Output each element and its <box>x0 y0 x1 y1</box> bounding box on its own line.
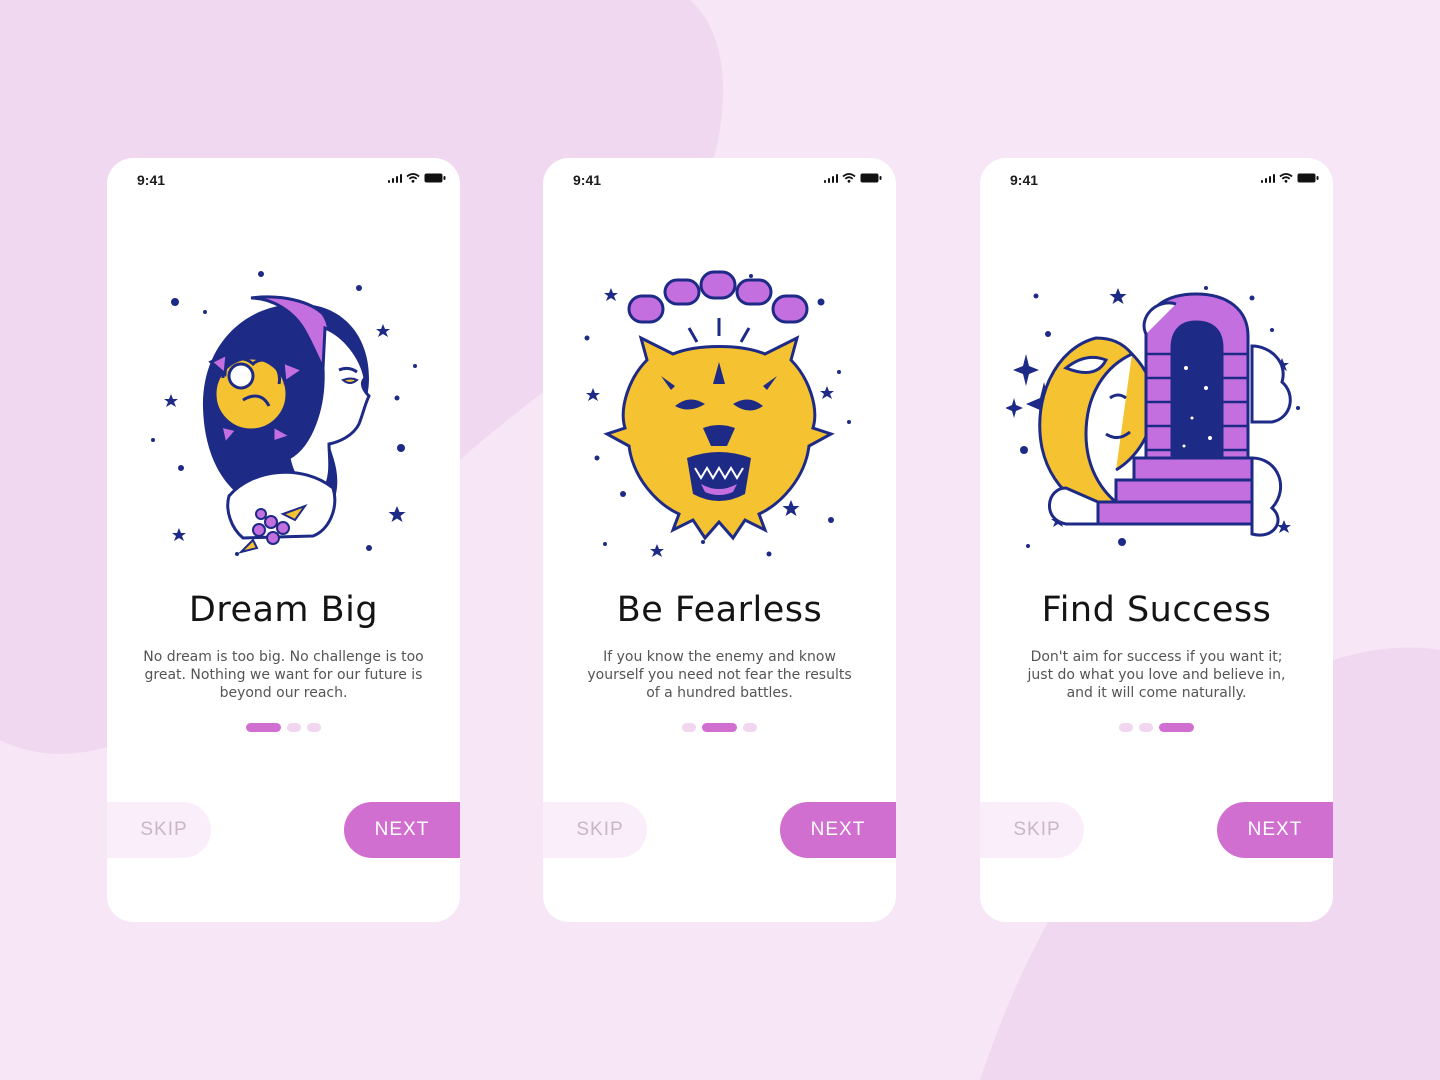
page-dot-3[interactable] <box>743 723 757 732</box>
screen-title: Find Success <box>1041 590 1272 630</box>
next-button[interactable]: NEXT <box>1217 802 1333 858</box>
screen-description: If you know the enemy and know yourself … <box>587 649 852 701</box>
status-icons <box>387 173 447 183</box>
wifi-icon <box>1279 173 1293 183</box>
onboarding-screen-find-success: 9:41 Find Success Don't aim for success … <box>980 158 1333 922</box>
battery-icon <box>1297 173 1319 183</box>
next-button[interactable]: NEXT <box>344 802 460 858</box>
status-time: 9:41 <box>573 172 602 188</box>
page-dot-1[interactable] <box>1119 723 1133 732</box>
skip-button[interactable]: SKIP <box>543 802 647 858</box>
status-bar: 9:41 <box>107 158 460 202</box>
skip-button[interactable]: SKIP <box>980 802 1084 858</box>
screen-description: Don't aim for success if you want it; ju… <box>1027 649 1286 701</box>
signal-icon <box>823 173 838 183</box>
page-dot-3[interactable] <box>307 723 321 732</box>
status-icons <box>1260 173 1320 183</box>
pagination-dots <box>107 723 460 732</box>
wifi-icon <box>406 173 420 183</box>
page-dot-2[interactable] <box>1139 723 1153 732</box>
screen-description: No dream is too big. No challenge is too… <box>143 649 424 701</box>
page-dot-3[interactable] <box>1159 723 1194 732</box>
status-bar: 9:41 <box>980 158 1333 202</box>
signal-icon <box>387 173 402 183</box>
battery-icon <box>860 173 882 183</box>
onboarding-screen-be-fearless: 9:41 Be Fearless If you know the enemy a… <box>543 158 896 922</box>
status-time: 9:41 <box>1010 172 1039 188</box>
page-dot-1[interactable] <box>682 723 696 732</box>
status-bar: 9:41 <box>543 158 896 202</box>
onboarding-screen-dream-big: 9:41 Dream Big No dream is too big. No c… <box>107 158 460 922</box>
skip-button[interactable]: SKIP <box>107 802 211 858</box>
tiger-with-chain-icon <box>569 258 869 568</box>
wifi-icon <box>842 173 856 183</box>
page-dot-2[interactable] <box>287 723 301 732</box>
page-dot-1[interactable] <box>246 723 281 732</box>
next-button[interactable]: NEXT <box>780 802 896 858</box>
screen-title: Be Fearless <box>616 590 823 630</box>
battery-icon <box>424 173 446 183</box>
woman-with-rose-icon <box>133 258 433 568</box>
moon-and-door-icon <box>1006 258 1306 568</box>
page-dot-2[interactable] <box>702 723 737 732</box>
pagination-dots <box>543 723 896 732</box>
status-time: 9:41 <box>137 172 166 188</box>
signal-icon <box>1260 173 1275 183</box>
pagination-dots <box>980 723 1333 732</box>
status-icons <box>823 173 883 183</box>
screen-title: Dream Big <box>188 590 379 630</box>
